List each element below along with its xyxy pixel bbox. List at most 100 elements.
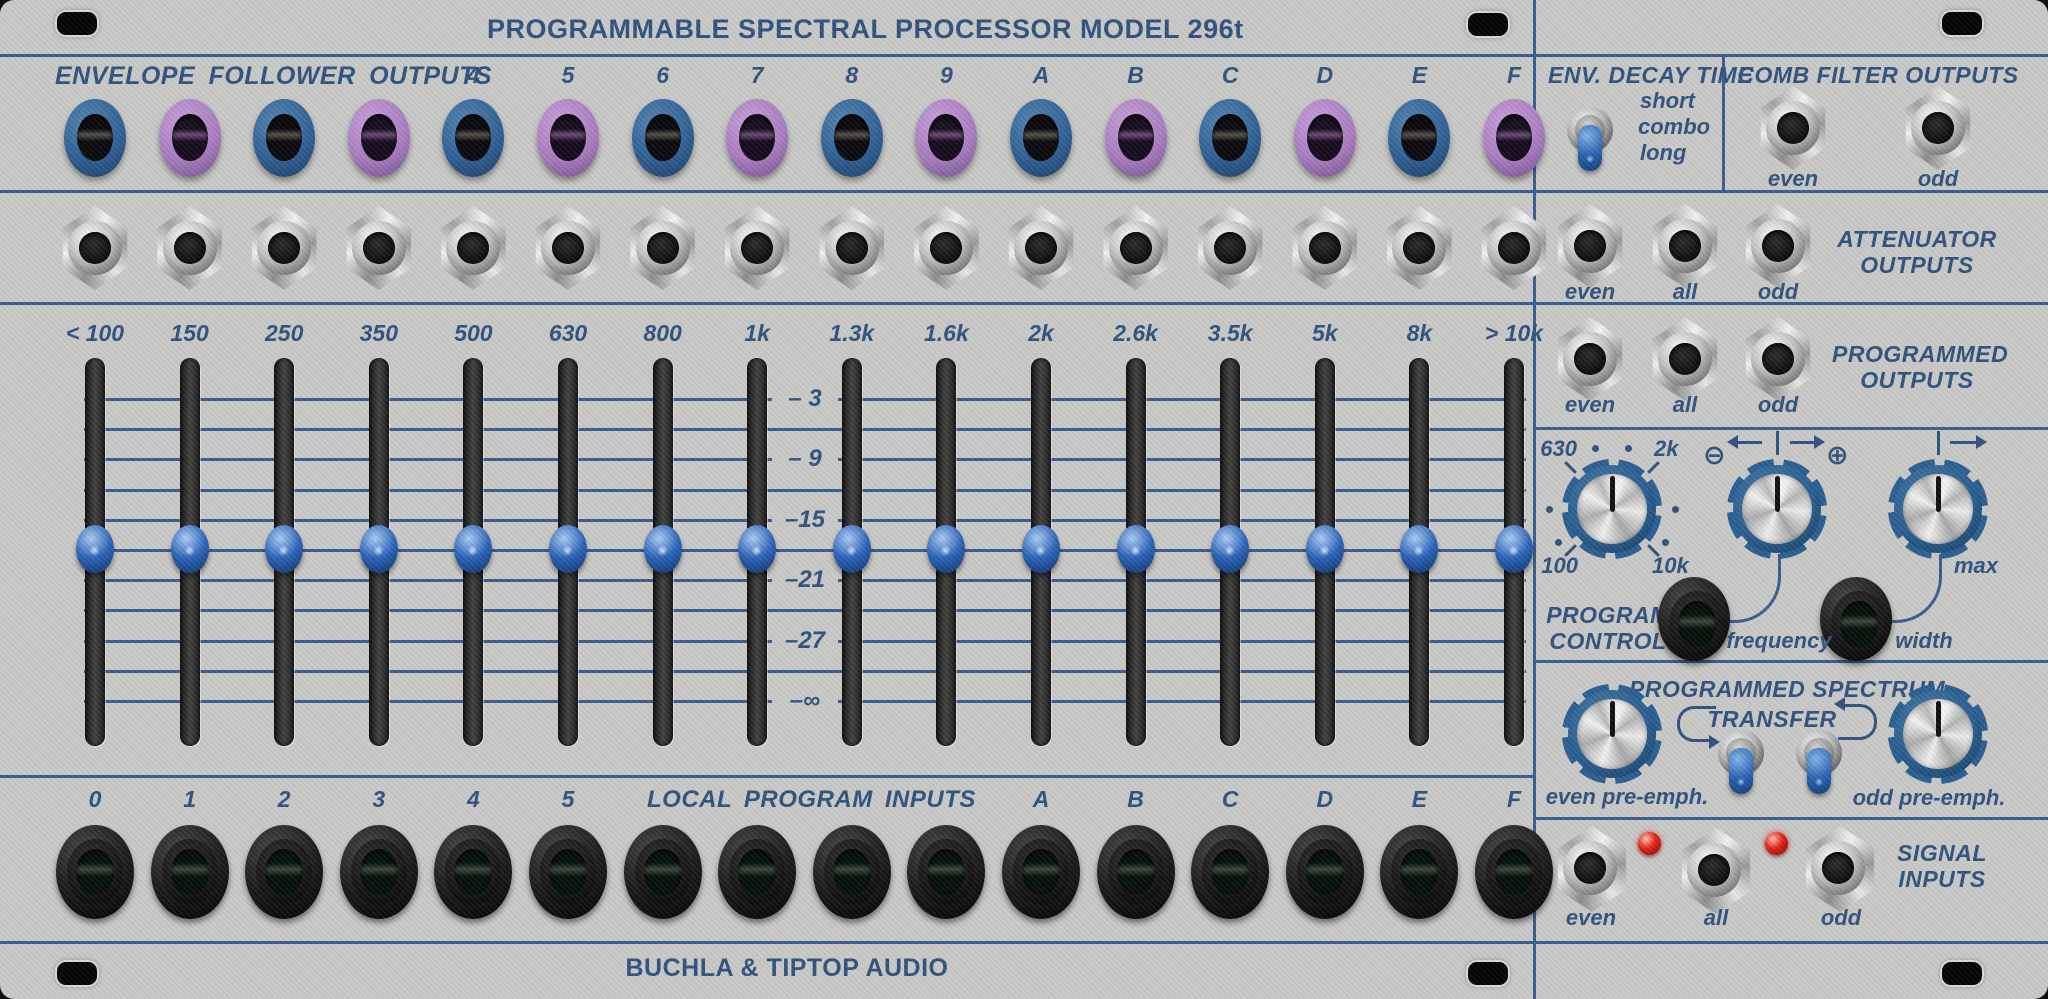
envelope-follower-output-jack-5[interactable] xyxy=(537,99,599,177)
eq-slider-handle-6[interactable] xyxy=(643,525,682,573)
switch-lever[interactable] xyxy=(1578,125,1602,171)
metal-jack-6[interactable] xyxy=(630,206,695,290)
envelope-follower-output-jack-6[interactable] xyxy=(631,99,694,177)
envelope-follower-output-jack-12[interactable] xyxy=(1199,99,1262,177)
metal-jack-3[interactable] xyxy=(346,206,411,290)
eq-slider-handle-9[interactable] xyxy=(927,525,966,573)
envelope-follower-output-jack-3[interactable] xyxy=(347,99,410,177)
signal-input-jack-even[interactable] xyxy=(1557,826,1627,912)
metal-jack-1[interactable] xyxy=(157,206,222,290)
metal-jack-4[interactable] xyxy=(441,206,506,290)
envelope-follower-output-jack-4[interactable] xyxy=(442,99,505,177)
knob-pointer xyxy=(1936,701,1941,737)
signal-led-even xyxy=(1638,832,1661,855)
local-input-label-0: 0 xyxy=(88,786,102,812)
local-program-input-jack-4[interactable] xyxy=(434,825,513,919)
envelope-follower-output-jack-14[interactable] xyxy=(1388,99,1451,177)
metal-jack-10[interactable] xyxy=(1008,206,1074,290)
envelope-follower-output-jack-11[interactable] xyxy=(1104,99,1167,177)
envelope-follower-output-jack-15[interactable] xyxy=(1483,99,1545,177)
envelope-follower-output-jack-0[interactable] xyxy=(64,99,126,177)
envelope-follower-output-jack-13[interactable] xyxy=(1293,99,1356,177)
metal-jack-9[interactable] xyxy=(914,206,979,290)
switch-lever[interactable] xyxy=(1729,748,1753,794)
envelope-follower-output-jack-10[interactable] xyxy=(1010,99,1072,177)
eq-slider-handle-13[interactable] xyxy=(1305,525,1344,573)
envelope-follower-output-jack-1[interactable] xyxy=(158,99,221,177)
signal-even-label: even xyxy=(1565,905,1617,930)
program-frequency-offset-knob[interactable] xyxy=(1727,459,1827,559)
metal-jack-14[interactable] xyxy=(1387,206,1452,290)
local-program-input-jack-8[interactable] xyxy=(812,825,891,919)
eq-slider-handle-4[interactable] xyxy=(454,525,493,573)
metal-jack-13[interactable] xyxy=(1292,206,1357,290)
local-program-input-jack-3[interactable] xyxy=(339,825,418,919)
comb-output-jack-even[interactable] xyxy=(1760,86,1826,170)
envelope-follower-output-jack-7[interactable] xyxy=(726,99,789,177)
metal-jack-5[interactable] xyxy=(535,206,601,290)
signal-input-jack-all[interactable] xyxy=(1681,828,1751,914)
attenuator-output-jack-even[interactable] xyxy=(1557,204,1623,288)
local-program-input-jack-0[interactable] xyxy=(56,825,134,919)
local-program-input-jack-11[interactable] xyxy=(1096,825,1175,919)
local-program-input-jack-7[interactable] xyxy=(718,825,797,919)
odd-pre-emphasis-knob[interactable] xyxy=(1888,684,1988,784)
eq-slider-handle-11[interactable] xyxy=(1116,525,1155,573)
programmed-output-jack-even[interactable] xyxy=(1557,317,1623,401)
programmed-output-jack-odd[interactable] xyxy=(1745,317,1811,401)
even-pre-emphasis-knob[interactable] xyxy=(1562,684,1662,784)
eq-slider-handle-0[interactable] xyxy=(76,525,114,573)
eq-band-label: 800 xyxy=(643,320,682,346)
screw-slot xyxy=(1468,962,1508,985)
local-program-input-jack-1[interactable] xyxy=(150,825,229,919)
attenuator-output-jack-all[interactable] xyxy=(1652,204,1718,288)
local-program-input-jack-9[interactable] xyxy=(907,825,986,919)
program-frequency-center-knob[interactable] xyxy=(1562,459,1662,559)
metal-jack-8[interactable] xyxy=(819,206,884,290)
envelope-follower-output-jack-8[interactable] xyxy=(820,99,883,177)
programmed-output-jack-all[interactable] xyxy=(1652,317,1718,401)
local-program-input-jack-5[interactable] xyxy=(529,825,607,919)
metal-jack-2[interactable] xyxy=(251,206,317,290)
frequency-cv-connector-line xyxy=(1722,554,1781,623)
transfer-switch-even[interactable] xyxy=(1718,730,1764,794)
program-width-knob[interactable] xyxy=(1888,459,1988,559)
env-jack-label-5: 5 xyxy=(561,62,575,88)
comb-even-label: even xyxy=(1767,166,1819,191)
local-program-input-jack-13[interactable] xyxy=(1285,825,1364,919)
metal-jack-15[interactable] xyxy=(1481,206,1547,290)
eq-slider-handle-14[interactable] xyxy=(1400,525,1439,573)
comb-output-jack-odd[interactable] xyxy=(1905,86,1971,170)
envelope-follower-output-jack-2[interactable] xyxy=(253,99,316,177)
eq-slider-handle-7[interactable] xyxy=(738,525,777,573)
local-program-input-jack-2[interactable] xyxy=(245,825,324,919)
switch-lever[interactable] xyxy=(1807,748,1831,794)
local-program-input-jack-14[interactable] xyxy=(1380,825,1459,919)
metal-jack-7[interactable] xyxy=(724,206,790,290)
attenuator-output-jack-odd[interactable] xyxy=(1745,204,1811,288)
transfer-switch-odd[interactable] xyxy=(1796,730,1842,794)
metal-jack-12[interactable] xyxy=(1197,206,1263,290)
program-control-title-2: CONTROL xyxy=(1549,628,1667,654)
local-program-input-jack-6[interactable] xyxy=(623,825,702,919)
minus-circle-icon: ⊖ xyxy=(1703,440,1726,471)
eq-slider-handle-3[interactable] xyxy=(359,525,398,573)
module-panel: PROGRAMMABLE SPECTRAL PROCESSOR MODEL 29… xyxy=(0,0,2048,999)
eq-slider-handle-1[interactable] xyxy=(170,525,209,573)
eq-slider-handle-5[interactable] xyxy=(549,525,587,573)
env-jack-label-B: B xyxy=(1127,62,1144,88)
eq-slider-handle-15[interactable] xyxy=(1495,525,1533,573)
eq-slider-handle-8[interactable] xyxy=(832,525,871,573)
env-decay-switch[interactable] xyxy=(1567,107,1613,171)
local-program-input-jack-12[interactable] xyxy=(1191,825,1270,919)
local-program-input-jack-15[interactable] xyxy=(1475,825,1553,919)
envelope-follower-output-jack-9[interactable] xyxy=(915,99,978,177)
eq-slider-handle-10[interactable] xyxy=(1022,525,1060,573)
metal-jack-11[interactable] xyxy=(1103,206,1168,290)
eq-db-label: –∞ xyxy=(789,687,821,714)
local-program-input-jack-10[interactable] xyxy=(1002,825,1080,919)
metal-jack-0[interactable] xyxy=(62,206,128,290)
signal-input-jack-odd[interactable] xyxy=(1805,826,1875,912)
eq-slider-handle-2[interactable] xyxy=(265,525,304,573)
eq-slider-handle-12[interactable] xyxy=(1211,525,1250,573)
